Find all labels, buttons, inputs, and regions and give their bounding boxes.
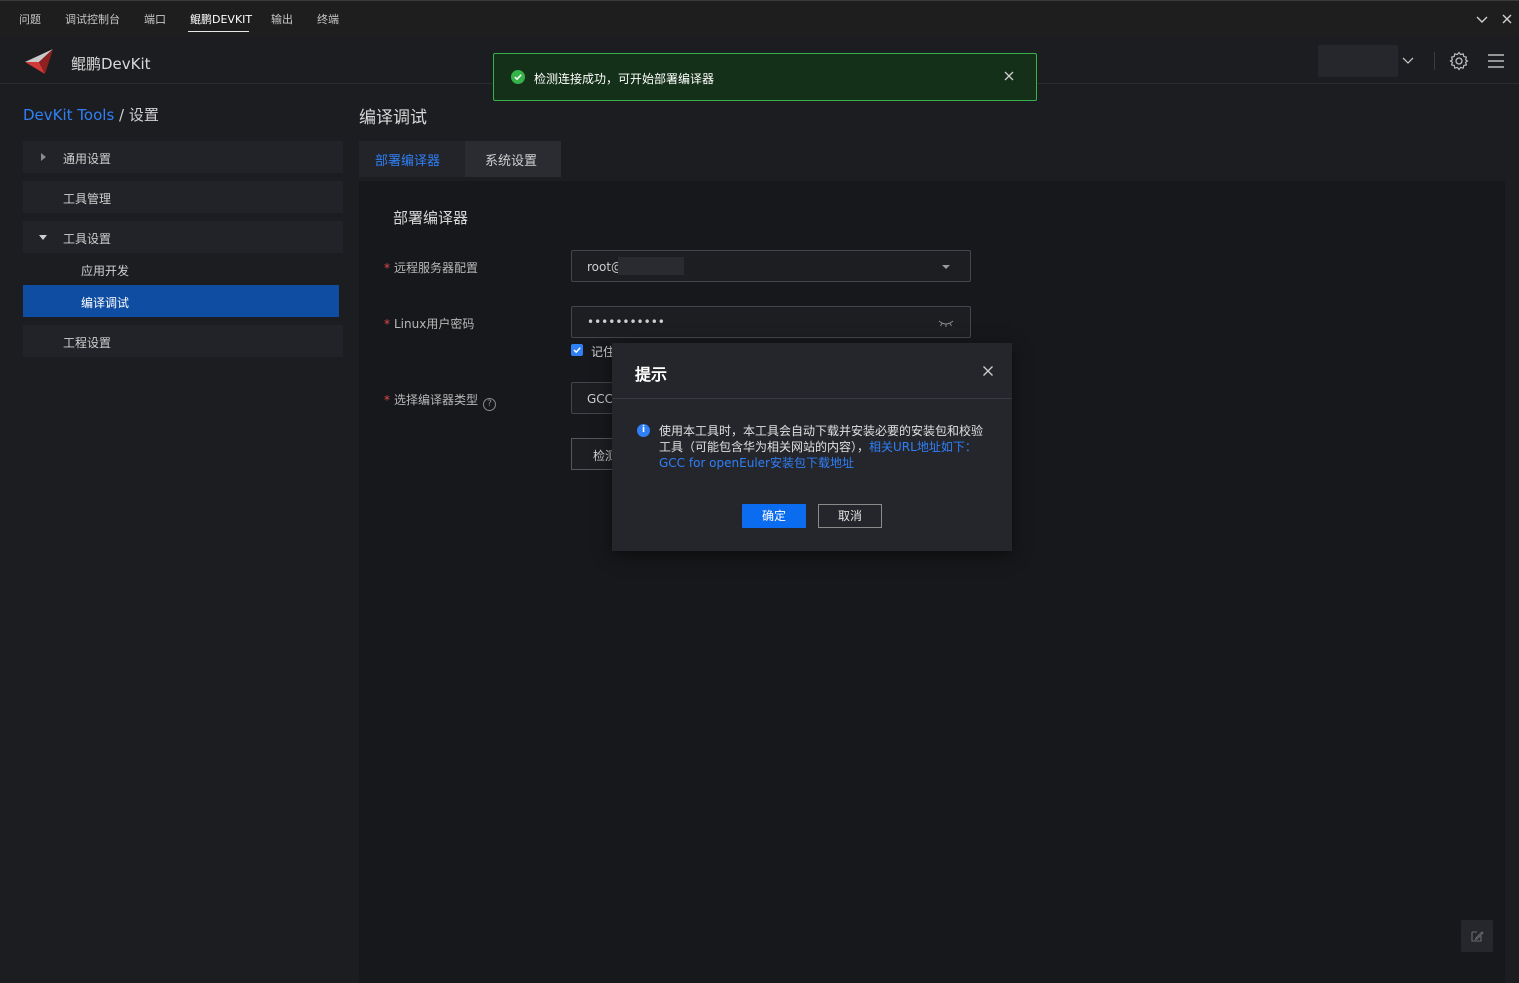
section-title: 部署编译器 xyxy=(393,209,469,227)
dialog-title: 提示 xyxy=(635,365,668,384)
menu-icon[interactable] xyxy=(1487,53,1505,69)
label-text: 选择编译器类型 xyxy=(394,393,479,407)
breadcrumb-separator: / xyxy=(119,106,125,124)
confirm-button[interactable]: 确定 xyxy=(742,504,806,528)
cancel-button[interactable]: 取消 xyxy=(818,504,882,528)
sidebar-subitem-label: 应用开发 xyxy=(81,264,130,278)
success-toast: 检测连接成功，可开始部署编译器 xyxy=(493,53,1037,101)
info-icon: i xyxy=(637,424,650,437)
tab-label: 系统设置 xyxy=(485,154,538,169)
dialog-divider xyxy=(612,398,1012,399)
tab-system-settings[interactable]: 系统设置 xyxy=(465,141,561,177)
feedback-button[interactable] xyxy=(1461,920,1493,952)
close-icon[interactable] xyxy=(1500,12,1514,26)
panel-tab-debug-console[interactable]: 调试控制台 xyxy=(65,13,120,27)
close-icon[interactable] xyxy=(1003,70,1015,82)
breadcrumb: DevKit Tools / 设置 xyxy=(23,104,159,125)
sidebar-item-label: 通用设置 xyxy=(63,152,112,166)
password-value: ••••••••••• xyxy=(587,315,665,329)
close-icon[interactable] xyxy=(982,365,994,377)
tab-deploy-compiler[interactable]: 部署编译器 xyxy=(359,141,465,177)
page-title: 编译调试 xyxy=(359,108,427,128)
caret-right-icon xyxy=(41,153,46,161)
kunpeng-logo-icon xyxy=(25,49,53,74)
gear-icon[interactable] xyxy=(1449,51,1469,71)
compiler-type-label: * 选择编译器类型? xyxy=(384,391,497,411)
sidebar-item-tool-management[interactable]: 工具管理 xyxy=(23,181,343,213)
breadcrumb-current: 设置 xyxy=(128,106,159,124)
header-divider xyxy=(1434,52,1435,70)
panel-tab-terminal[interactable]: 终端 xyxy=(317,13,339,27)
help-icon[interactable]: ? xyxy=(483,398,497,411)
check-icon xyxy=(573,347,581,354)
content-panel xyxy=(359,181,1505,983)
prompt-dialog: 提示 i 使用本工具时，本工具会自动下载并安装必要的安装包和校验工具（可能包含华… xyxy=(612,343,1012,551)
sidebar-subitem-label: 编译调试 xyxy=(81,296,130,310)
panel-tab-devkit[interactable]: 鲲鹏DEVKIT xyxy=(190,13,252,27)
app-name: 鲲鹏DevKit xyxy=(71,55,151,73)
success-check-icon xyxy=(511,70,525,84)
url-list-link[interactable]: 相关URL地址如下： xyxy=(869,440,977,454)
label-text: 远程服务器配置 xyxy=(394,261,479,275)
panel-tab-ports[interactable]: 端口 xyxy=(144,13,166,27)
password-label: * Linux用户密码 xyxy=(384,317,475,331)
remote-server-select[interactable]: root@ xyxy=(571,250,971,282)
user-select[interactable] xyxy=(1318,45,1398,77)
sidebar-item-tool-settings[interactable]: 工具设置 xyxy=(23,221,343,253)
panel-tab-problems[interactable]: 问题 xyxy=(19,13,41,27)
sidebar-subitem-app-dev[interactable]: 应用开发 xyxy=(23,253,339,285)
remote-server-label: * 远程服务器配置 xyxy=(384,261,479,275)
caret-down-icon xyxy=(942,265,950,269)
sidebar-item-project-settings[interactable]: 工程设置 xyxy=(23,325,343,357)
breadcrumb-root-link[interactable]: DevKit Tools xyxy=(23,106,114,124)
label-text: Linux用户密码 xyxy=(394,317,475,331)
chevron-down-icon[interactable] xyxy=(1475,12,1489,26)
active-tab-indicator xyxy=(188,31,249,32)
panel-tab-bar: 问题 调试控制台 端口 鲲鹏DEVKIT 输出 终端 xyxy=(0,0,1519,37)
eye-closed-icon[interactable] xyxy=(938,318,954,328)
tab-label: 部署编译器 xyxy=(375,154,441,169)
sidebar-item-label: 工具管理 xyxy=(63,192,112,206)
sidebar-item-label: 工程设置 xyxy=(63,336,112,350)
panel-tab-output[interactable]: 输出 xyxy=(271,13,293,27)
gcc-download-link[interactable]: GCC for openEuler安装包下载地址 xyxy=(659,456,854,470)
sidebar-item-general[interactable]: 通用设置 xyxy=(23,141,343,173)
toast-message: 检测连接成功，可开始部署编译器 xyxy=(534,72,715,86)
password-field[interactable]: ••••••••••• xyxy=(571,306,971,338)
compiler-type-value: GCC xyxy=(587,392,614,406)
redacted-block xyxy=(618,257,684,275)
caret-down-icon xyxy=(39,235,47,240)
chevron-down-icon[interactable] xyxy=(1401,55,1415,67)
dialog-body: 使用本工具时，本工具会自动下载并安装必要的安装包和校验工具（可能包含华为相关网站… xyxy=(659,423,994,471)
edit-icon xyxy=(1471,931,1484,942)
sidebar-item-label: 工具设置 xyxy=(63,232,112,246)
sidebar-subitem-compile-debug[interactable]: 编译调试 xyxy=(23,285,339,317)
remember-checkbox[interactable] xyxy=(571,344,583,356)
